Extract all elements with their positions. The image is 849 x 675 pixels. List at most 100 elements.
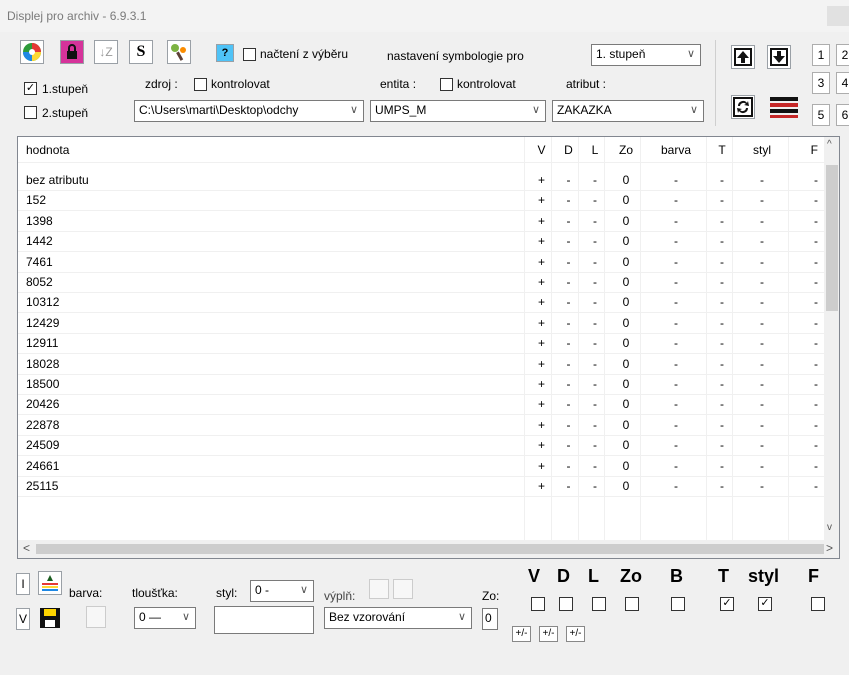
i-button[interactable]: I [16,573,30,595]
hscroll-thumb[interactable] [36,544,824,554]
table-row[interactable]: 8052 + - - 0 - - - - [18,273,824,293]
table-cell: - [593,438,597,453]
vertical-scrollbar[interactable]: ^ v [824,137,839,540]
table-cell: 152 [26,193,47,208]
table-cell: 0 [622,479,630,493]
scroll-down-icon[interactable]: v [827,522,832,533]
color-swatch[interactable] [86,606,106,628]
num-button-3[interactable]: 3 [812,72,830,94]
column-header-zo[interactable]: Zo [608,141,644,160]
table-cell: - [593,458,597,473]
table-row[interactable]: 1442 + - - 0 - - - - [18,232,824,253]
stupen2-checkbox[interactable] [24,106,37,119]
zdroj-kontrolovat-checkbox[interactable] [194,78,207,91]
tloustka-select[interactable]: 0 — ∨ [134,607,196,629]
table-row[interactable]: 152 + - - 0 - - - - [18,191,824,212]
table-cell: 0 [622,234,630,249]
column-header-f[interactable]: F [788,141,818,160]
table-row[interactable]: 18028 + - - 0 - - - - [18,355,824,375]
table-row[interactable]: bez atributu + - - 0 - - - - [18,171,824,191]
table-row[interactable]: 18500 + - - 0 - - - - [18,375,824,395]
fill-swatch-1[interactable] [369,579,389,599]
table-row[interactable]: 24509 + - - 0 - - - - [18,436,824,457]
import-down-icon[interactable] [767,45,791,69]
v-plusminus-button[interactable]: +/- [512,626,531,642]
stupen2-label: 2.stupeň [42,106,89,120]
flag-checkbox-zo[interactable] [625,597,639,611]
table-row[interactable]: 12429 + - - 0 - - - - [18,314,824,334]
num-button-5[interactable]: 5 [812,104,830,126]
help-button[interactable]: ? [216,44,234,62]
table-row[interactable]: 1398 + - - 0 - - - - [18,212,824,232]
d-plusminus-button[interactable]: +/- [539,626,558,642]
styl-select[interactable]: 0 - ∨ [250,580,314,602]
horizontal-scrollbar[interactable]: < > [18,540,839,558]
save-icon[interactable] [38,606,62,630]
export-up-icon[interactable] [731,45,755,69]
column-header-barva[interactable]: barva [644,141,708,160]
table-cell: 1398 [26,213,53,228]
vypln-select[interactable]: Bez vzorování ∨ [324,607,472,629]
lock-icon[interactable] [60,40,84,64]
fill-swatch-2[interactable] [393,579,413,599]
entita-kontrolovat-checkbox[interactable] [440,78,453,91]
scroll-thumb[interactable] [826,165,838,311]
table-cell: - [674,213,678,228]
table-row[interactable]: 25115 + - - 0 - - - - [18,477,824,497]
symbology-table[interactable]: hodnota V D L Zo barva Tstyl F bez atributu + - - 0 -… [17,136,840,559]
table-row[interactable]: 12911 + - - 0 - - - - [18,334,824,355]
num-button-4[interactable]: 4 [836,72,849,94]
flag-checkbox-t[interactable]: ✓ [720,597,734,611]
window-control-button[interactable] [827,6,849,26]
nacteni-checkbox[interactable] [243,48,256,61]
refresh-icon[interactable] [731,95,755,119]
table-row[interactable]: 7461 + - - 0 - - - - [18,253,824,273]
entity-select[interactable]: UMPS_M ∨ [370,100,546,122]
table-cell: - [814,356,818,371]
scroll-up-icon[interactable]: ^ [827,139,832,150]
v-button[interactable]: V [16,608,30,630]
s-button[interactable]: S [129,40,153,64]
flag-checkbox-d[interactable] [559,597,573,611]
table-cell: 0 [622,377,630,391]
scroll-left-icon[interactable]: < [23,541,30,555]
level-select[interactable]: 1. stupeň ∨ [591,44,701,66]
column-header-styl[interactable]: styl [736,141,788,160]
num-button-2[interactable]: 2 [836,44,849,66]
table-cell: + [537,438,545,453]
flag-checkbox-l[interactable] [592,597,606,611]
flag-checkbox-styl[interactable]: ✓ [758,597,772,611]
table-row[interactable]: 22878 + - - 0 - - - - [18,416,824,436]
attribute-select[interactable]: ZAKAZKA ∨ [552,100,704,122]
column-header-hodnota[interactable]: hodnota [26,141,226,160]
styl-preview [214,606,314,634]
table-cell: - [814,479,818,493]
table-row[interactable]: 20426 + - - 0 - - - - [18,395,824,416]
table-cell: - [674,193,678,208]
flag-checkbox-v[interactable] [531,597,545,611]
tools-icon[interactable] [167,40,191,64]
source-path-select[interactable]: C:\Users\marti\Desktop\odchy ∨ [134,100,364,122]
stupen1-checkbox[interactable]: ✓ [24,82,37,95]
zo-input[interactable]: 0 [482,608,498,630]
table-cell: - [814,254,818,269]
color-wheel-icon[interactable] [20,40,44,64]
num-button-6[interactable]: 6 [836,104,849,126]
color-palette-icon[interactable] [38,571,62,595]
scroll-right-icon[interactable]: > [826,541,833,555]
table-cell: + [537,234,545,249]
table-cell: - [674,377,678,391]
flag-checkbox-f[interactable] [811,597,825,611]
sort-icon[interactable]: ↓Z [94,40,118,64]
table-cell: 8052 [26,275,53,289]
num-button-1[interactable]: 1 [812,44,830,66]
flag-checkbox-b[interactable] [671,597,685,611]
table-row[interactable]: 10312 + - - 0 - - - - [18,293,824,314]
table-cell: 24661 [26,458,60,473]
table-cell: - [593,356,597,371]
l-plusminus-button[interactable]: +/- [566,626,585,642]
title-bar: Displej pro archiv - 6.9.3.1 [0,0,849,32]
line-style-icon[interactable] [770,97,798,119]
table-row[interactable]: 24661 + - - 0 - - - - [18,457,824,477]
table-cell: - [674,254,678,269]
